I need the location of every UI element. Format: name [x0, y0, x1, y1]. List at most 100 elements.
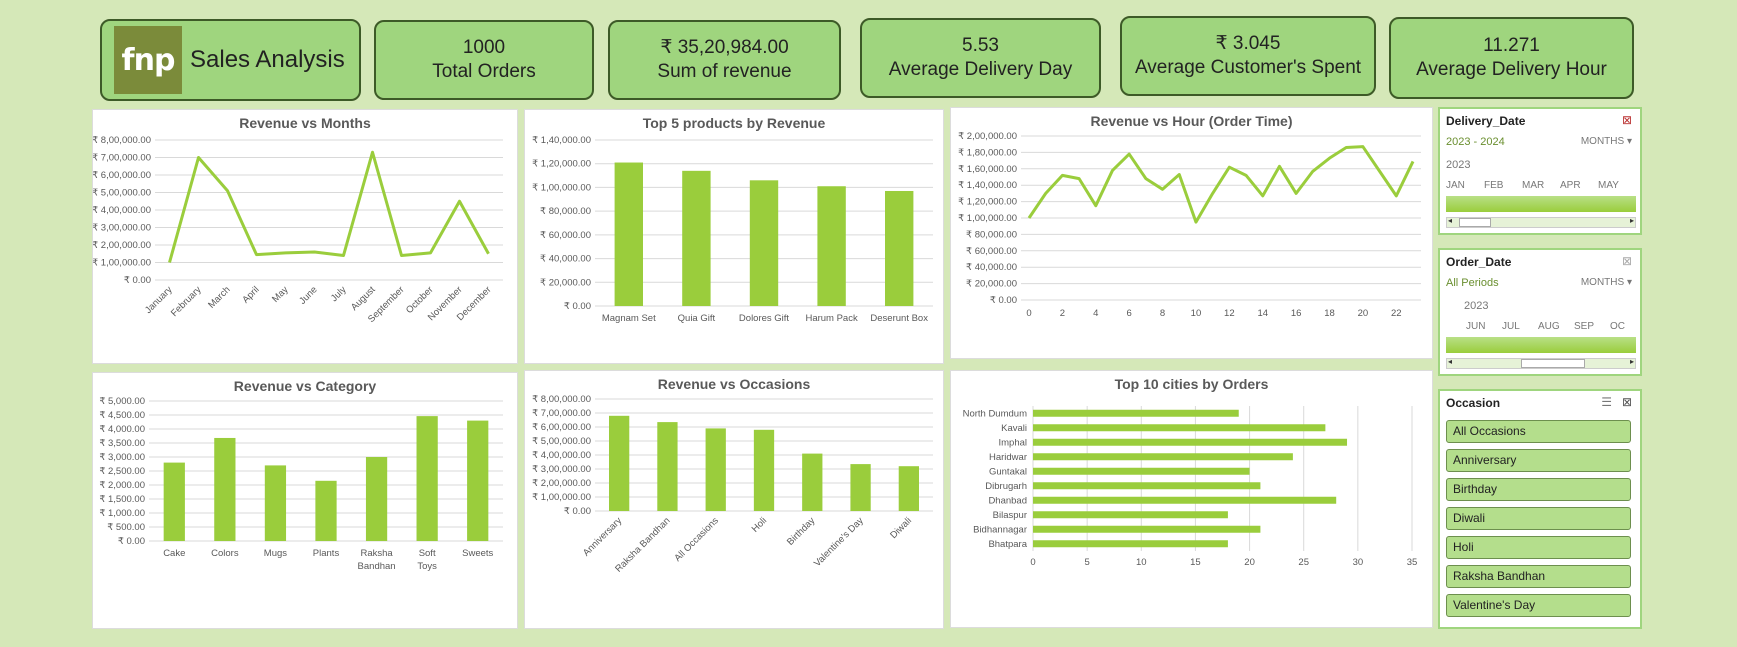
y-tick-label: ₹ 4,00,000.00	[93, 205, 151, 216]
y-tick-label: Haridwar	[989, 452, 1027, 463]
y-tick-label: North Dumdum	[963, 408, 1027, 419]
x-tick-label: 18	[1324, 308, 1335, 319]
chart-title: Top 10 cities by Orders	[1115, 376, 1269, 392]
bar	[609, 415, 630, 511]
y-tick-label: ₹ 3,00,000.00	[532, 464, 591, 475]
month-label[interactable]: OC	[1610, 321, 1636, 332]
slicer-unit-dropdown[interactable]: MONTHS ▾	[1581, 136, 1632, 147]
y-tick-label: ₹ 0.00	[990, 295, 1017, 306]
y-tick-label: ₹ 1,500.00	[99, 494, 145, 505]
kpi-value: 5.53	[962, 35, 999, 56]
occasion-item[interactable]: Birthday	[1446, 478, 1631, 501]
occasion-item[interactable]: All Occasions	[1446, 420, 1631, 443]
x-tick-label: Dolores Gift	[739, 313, 790, 324]
y-tick-label: Dibrugarh	[985, 481, 1027, 492]
kpi-value: 11.271	[1483, 35, 1540, 56]
occasion-item[interactable]: Valentine's Day	[1446, 594, 1631, 617]
timeline-bar[interactable]	[1446, 337, 1636, 353]
month-label[interactable]: JUL	[1502, 321, 1538, 332]
x-tick-label: Diwali	[888, 515, 914, 541]
scroll-left-icon[interactable]: ◂	[1448, 216, 1452, 225]
x-tick-label: Deserunt Box	[870, 313, 928, 324]
bar	[657, 422, 678, 511]
x-tick-label: 0	[1026, 308, 1031, 319]
city-bar	[1033, 424, 1326, 432]
slicer-unit-dropdown[interactable]: MONTHS ▾	[1581, 277, 1632, 288]
x-tick-label: March	[206, 284, 232, 310]
month-label[interactable]: JUN	[1466, 321, 1502, 332]
kpi-label: Average Delivery Hour	[1416, 59, 1607, 80]
timeline-scrollbar[interactable]: ◂ ▸	[1446, 357, 1636, 369]
city-bar	[1033, 540, 1228, 548]
clear-filter-icon[interactable]: ⊠	[1622, 113, 1632, 127]
kpi-avg-delivery-day: 5.53 Average Delivery Day	[860, 18, 1101, 98]
y-tick-label: ₹ 2,00,000.00	[958, 131, 1017, 142]
month-label[interactable]: MAY	[1598, 180, 1636, 191]
x-tick-label: 4	[1093, 308, 1098, 319]
slicer-title: Delivery_Date	[1446, 114, 1526, 128]
clear-filter-icon[interactable]: ⊠	[1622, 254, 1632, 268]
month-labels: JAN FEB MAR APR MAY	[1446, 180, 1636, 191]
x-tick-label: Cake	[163, 548, 185, 559]
month-label[interactable]: APR	[1560, 180, 1598, 191]
month-label[interactable]: SEP	[1574, 321, 1610, 332]
city-bar	[1033, 511, 1228, 519]
y-tick-label: ₹ 6,00,000.00	[93, 170, 151, 181]
y-tick-label: ₹ 500.00	[107, 522, 145, 533]
x-tick-label: February	[169, 284, 204, 319]
month-label[interactable]: MAR	[1522, 180, 1560, 191]
multi-select-icon[interactable]: ☰	[1601, 395, 1612, 409]
y-tick-label: ₹ 1,60,000.00	[958, 164, 1017, 175]
occasion-item[interactable]: Anniversary	[1446, 449, 1631, 472]
slicer-order-date: Order_Date ⊠ All Periods MONTHS ▾ 2023 J…	[1438, 248, 1642, 376]
x-tick-label: June	[297, 284, 319, 306]
y-tick-label: ₹ 1,000.00	[99, 508, 145, 519]
y-tick-label: ₹ 0.00	[564, 301, 591, 312]
y-tick-label: Kavali	[1001, 423, 1027, 434]
bar	[264, 465, 287, 541]
y-tick-label: ₹ 0.00	[124, 275, 151, 286]
x-tick-label: 15	[1190, 557, 1201, 568]
scroll-right-icon[interactable]: ▸	[1630, 357, 1634, 366]
y-tick-label: ₹ 7,00,000.00	[93, 153, 151, 164]
y-tick-label: ₹ 1,40,000.00	[532, 135, 591, 146]
y-tick-label: Imphal	[998, 437, 1027, 448]
y-tick-label: Bhatpara	[988, 539, 1027, 550]
bar	[705, 428, 726, 511]
y-tick-label: ₹ 1,20,000.00	[532, 159, 591, 170]
scroll-left-icon[interactable]: ◂	[1448, 357, 1452, 366]
scroll-thumb[interactable]	[1521, 359, 1585, 368]
month-label[interactable]: FEB	[1484, 180, 1522, 191]
x-tick-label: 10	[1191, 308, 1202, 319]
bar	[365, 457, 388, 541]
slicer-year: 2023	[1446, 159, 1471, 171]
occasion-item[interactable]: Raksha Bandhan	[1446, 565, 1631, 588]
dashboard-title: Sales Analysis	[190, 46, 345, 73]
timeline-scrollbar[interactable]: ◂ ▸	[1446, 216, 1636, 228]
occasion-item[interactable]: Diwali	[1446, 507, 1631, 530]
chart-revenue-vs-hour: Revenue vs Hour (Order Time) ₹ 0.00 ₹ 20,0…	[950, 107, 1433, 359]
month-label[interactable]: JAN	[1446, 180, 1484, 191]
y-tick-label: ₹ 4,000.00	[99, 424, 145, 435]
y-tick-label: ₹ 1,00,000.00	[958, 213, 1017, 224]
y-tick-label: Dhanbad	[988, 495, 1027, 506]
bar	[898, 466, 919, 511]
x-tick-label: Colors	[211, 548, 239, 559]
scroll-thumb[interactable]	[1459, 218, 1491, 227]
scroll-right-icon[interactable]: ▸	[1630, 216, 1634, 225]
bar	[749, 180, 779, 306]
x-tick-label: 5	[1084, 557, 1089, 568]
month-label[interactable]: AUG	[1538, 321, 1574, 332]
timeline-bar[interactable]	[1446, 196, 1636, 212]
y-tick-label: ₹ 8,00,000.00	[532, 394, 591, 405]
kpi-total-orders: 1000 Total Orders	[374, 20, 594, 100]
y-tick-label: ₹ 1,00,000.00	[532, 182, 591, 193]
slicer-title: Order_Date	[1446, 255, 1512, 269]
x-tick-label: 14	[1257, 308, 1268, 319]
x-tick-label: Valentine's Day	[812, 515, 866, 569]
occasion-item[interactable]: Holi	[1446, 536, 1631, 559]
clear-filter-icon[interactable]: ⊠	[1622, 395, 1632, 409]
x-tick-label: 22	[1391, 308, 1402, 319]
chart-title: Revenue vs Category	[234, 378, 377, 394]
chart-revenue-vs-occasions: Revenue vs Occasions ₹ 0.00 ₹ 1,00,000.00 ₹…	[524, 370, 944, 629]
